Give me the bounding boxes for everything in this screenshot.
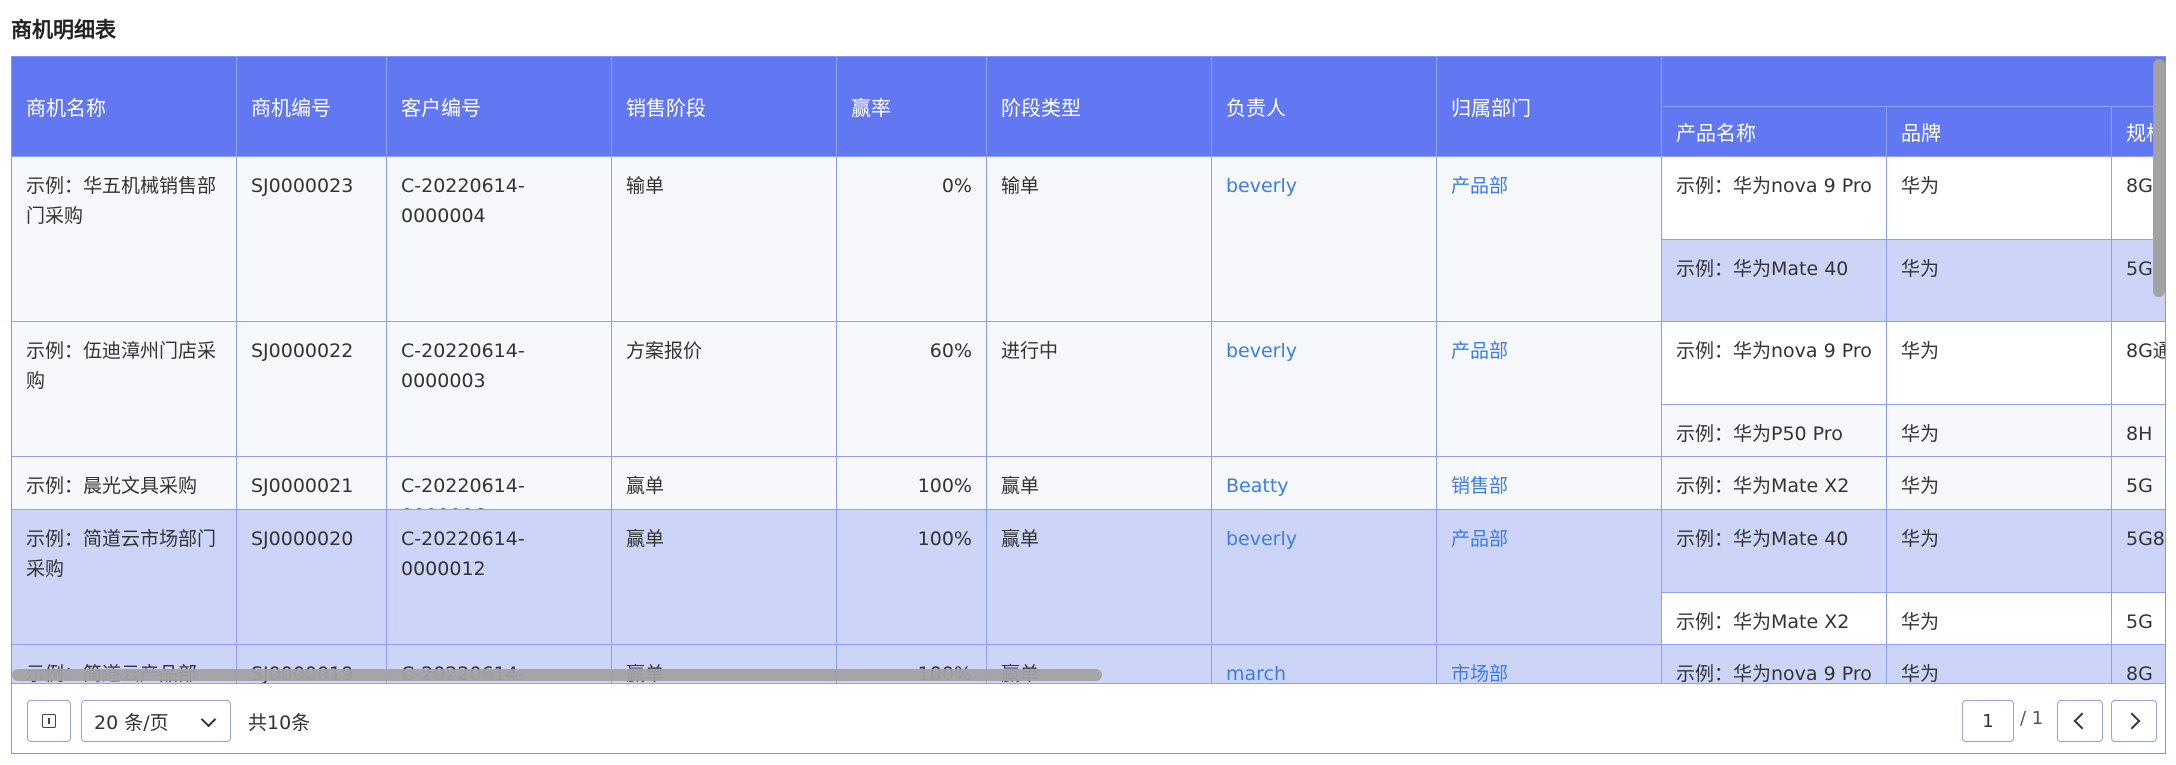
cell-spec: 8H bbox=[2112, 405, 2165, 457]
cell-name: 示例：华五机械销售部门采购 bbox=[12, 157, 237, 322]
cell-department[interactable]: 产品部 bbox=[1437, 157, 1662, 322]
cell-department[interactable]: 产品部 bbox=[1437, 322, 1662, 457]
cell-stage: 输单 bbox=[612, 157, 837, 322]
cell-code: SJ0000020 bbox=[237, 510, 387, 645]
cell-owner[interactable]: beverly bbox=[1212, 322, 1437, 457]
chevron-left-icon bbox=[2073, 712, 2091, 730]
column-header-stage[interactable]: 销售阶段 bbox=[612, 57, 837, 157]
cell-brand: 华为 bbox=[1887, 240, 2112, 322]
cell-owner[interactable]: beverly bbox=[1212, 157, 1437, 322]
next-page-button[interactable] bbox=[2111, 700, 2157, 742]
chevron-down-icon bbox=[200, 711, 217, 728]
cell-code: SJ0000023 bbox=[237, 157, 387, 322]
cell-name: 示例：晨光文具采购 bbox=[12, 457, 237, 510]
cell-spec: 8G bbox=[2112, 645, 2165, 683]
cell-product: 示例：华为Mate 40 bbox=[1662, 510, 1887, 593]
column-header-owner[interactable]: 负责人 bbox=[1212, 57, 1437, 157]
cell-product: 示例：华为Mate X2 bbox=[1662, 593, 1887, 645]
cell-stage: 赢单 bbox=[612, 510, 837, 645]
column-header-department[interactable]: 归属部门 bbox=[1437, 57, 1662, 157]
cell-brand: 华为 bbox=[1887, 322, 2112, 405]
info-button[interactable] bbox=[27, 700, 71, 742]
cell-brand: 华为 bbox=[1887, 593, 2112, 645]
column-header-name[interactable]: 商机名称 bbox=[12, 57, 237, 157]
column-header-product[interactable]: 产品名称 bbox=[1662, 107, 1887, 157]
pagination-bar: 20 条/页 共10条 1 / 1 bbox=[12, 683, 2165, 753]
cell-product: 示例：华为P50 Pro bbox=[1662, 405, 1887, 457]
cell-product: 示例：华为nova 9 Pro bbox=[1662, 645, 1887, 683]
cell-spec: 5G8G bbox=[2112, 510, 2165, 593]
cell-department[interactable]: 产品部 bbox=[1437, 510, 1662, 645]
report-table: 商机名称 商机编号 客户编号 销售阶段 赢率 阶段类型 负责人 归属部门 产品名称 品牌 规格 示例：… bbox=[11, 56, 2166, 754]
cell-stage_type: 输单 bbox=[987, 157, 1212, 322]
vertical-scrollbar[interactable] bbox=[2153, 59, 2165, 297]
cell-customer: C-20220614-0000004 bbox=[387, 157, 612, 322]
cell-brand: 华为 bbox=[1887, 645, 2112, 683]
product-group-header bbox=[1662, 57, 2165, 107]
cell-stage: 方案报价 bbox=[612, 322, 837, 457]
cell-name: 示例：简道云市场部门采购 bbox=[12, 510, 237, 645]
cell-product: 示例：华为Mate 40 bbox=[1662, 240, 1887, 322]
column-header-stage_type[interactable]: 阶段类型 bbox=[987, 57, 1212, 157]
cell-spec: 8G通用 bbox=[2112, 322, 2165, 405]
column-header-win_rate[interactable]: 赢率 bbox=[837, 57, 987, 157]
page-size-select[interactable]: 20 条/页 bbox=[81, 700, 231, 742]
cell-spec: 5G bbox=[2112, 593, 2165, 645]
prev-page-button[interactable] bbox=[2057, 700, 2103, 742]
cell-brand: 华为 bbox=[1887, 157, 2112, 240]
horizontal-scrollbar[interactable] bbox=[12, 669, 1102, 681]
cell-win_rate: 60% bbox=[837, 322, 987, 457]
page-number-input[interactable]: 1 bbox=[1962, 700, 2014, 742]
cell-owner[interactable]: beverly bbox=[1212, 510, 1437, 645]
chevron-right-icon bbox=[2123, 712, 2141, 730]
cell-stage_type: 赢单 bbox=[987, 510, 1212, 645]
cell-brand: 华为 bbox=[1887, 510, 2112, 593]
cell-customer: C-20220614-0000012 bbox=[387, 510, 612, 645]
cell-name: 示例：伍迪漳州门店采购 bbox=[12, 322, 237, 457]
table-grid: 商机名称 商机编号 客户编号 销售阶段 赢率 阶段类型 负责人 归属部门 产品名称 品牌 规格 示例：… bbox=[12, 57, 2165, 683]
cell-product: 示例：华为nova 9 Pro bbox=[1662, 322, 1887, 405]
cell-owner[interactable]: march bbox=[1212, 645, 1437, 683]
total-count: 共10条 bbox=[248, 712, 311, 734]
cell-product: 示例：华为nova 9 Pro bbox=[1662, 157, 1887, 240]
cell-brand: 华为 bbox=[1887, 405, 2112, 457]
column-header-brand[interactable]: 品牌 bbox=[1887, 107, 2112, 157]
cell-win_rate: 100% bbox=[837, 457, 987, 510]
cell-win_rate: 0% bbox=[837, 157, 987, 322]
cell-owner[interactable]: Beatty bbox=[1212, 457, 1437, 510]
column-header-customer[interactable]: 客户编号 bbox=[387, 57, 612, 157]
cell-customer: C-20220614-0000003 bbox=[387, 322, 612, 457]
cell-department[interactable]: 销售部 bbox=[1437, 457, 1662, 510]
column-header-code[interactable]: 商机编号 bbox=[237, 57, 387, 157]
cell-stage_type: 进行中 bbox=[987, 322, 1212, 457]
cell-customer: C-20220614-0000006 bbox=[387, 457, 612, 510]
total-pages: / 1 bbox=[2020, 708, 2044, 729]
cell-win_rate: 100% bbox=[837, 510, 987, 645]
page-size-label: 20 条/页 bbox=[94, 711, 169, 734]
cell-stage: 赢单 bbox=[612, 457, 837, 510]
cell-code: SJ0000022 bbox=[237, 322, 387, 457]
cell-code: SJ0000021 bbox=[237, 457, 387, 510]
cell-department[interactable]: 市场部 bbox=[1437, 645, 1662, 683]
page-title: 商机明细表 bbox=[11, 18, 116, 42]
cell-stage_type: 赢单 bbox=[987, 457, 1212, 510]
cell-spec: 5G bbox=[2112, 457, 2165, 510]
cell-product: 示例：华为Mate X2 bbox=[1662, 457, 1887, 510]
info-icon bbox=[42, 714, 56, 728]
cell-brand: 华为 bbox=[1887, 457, 2112, 510]
